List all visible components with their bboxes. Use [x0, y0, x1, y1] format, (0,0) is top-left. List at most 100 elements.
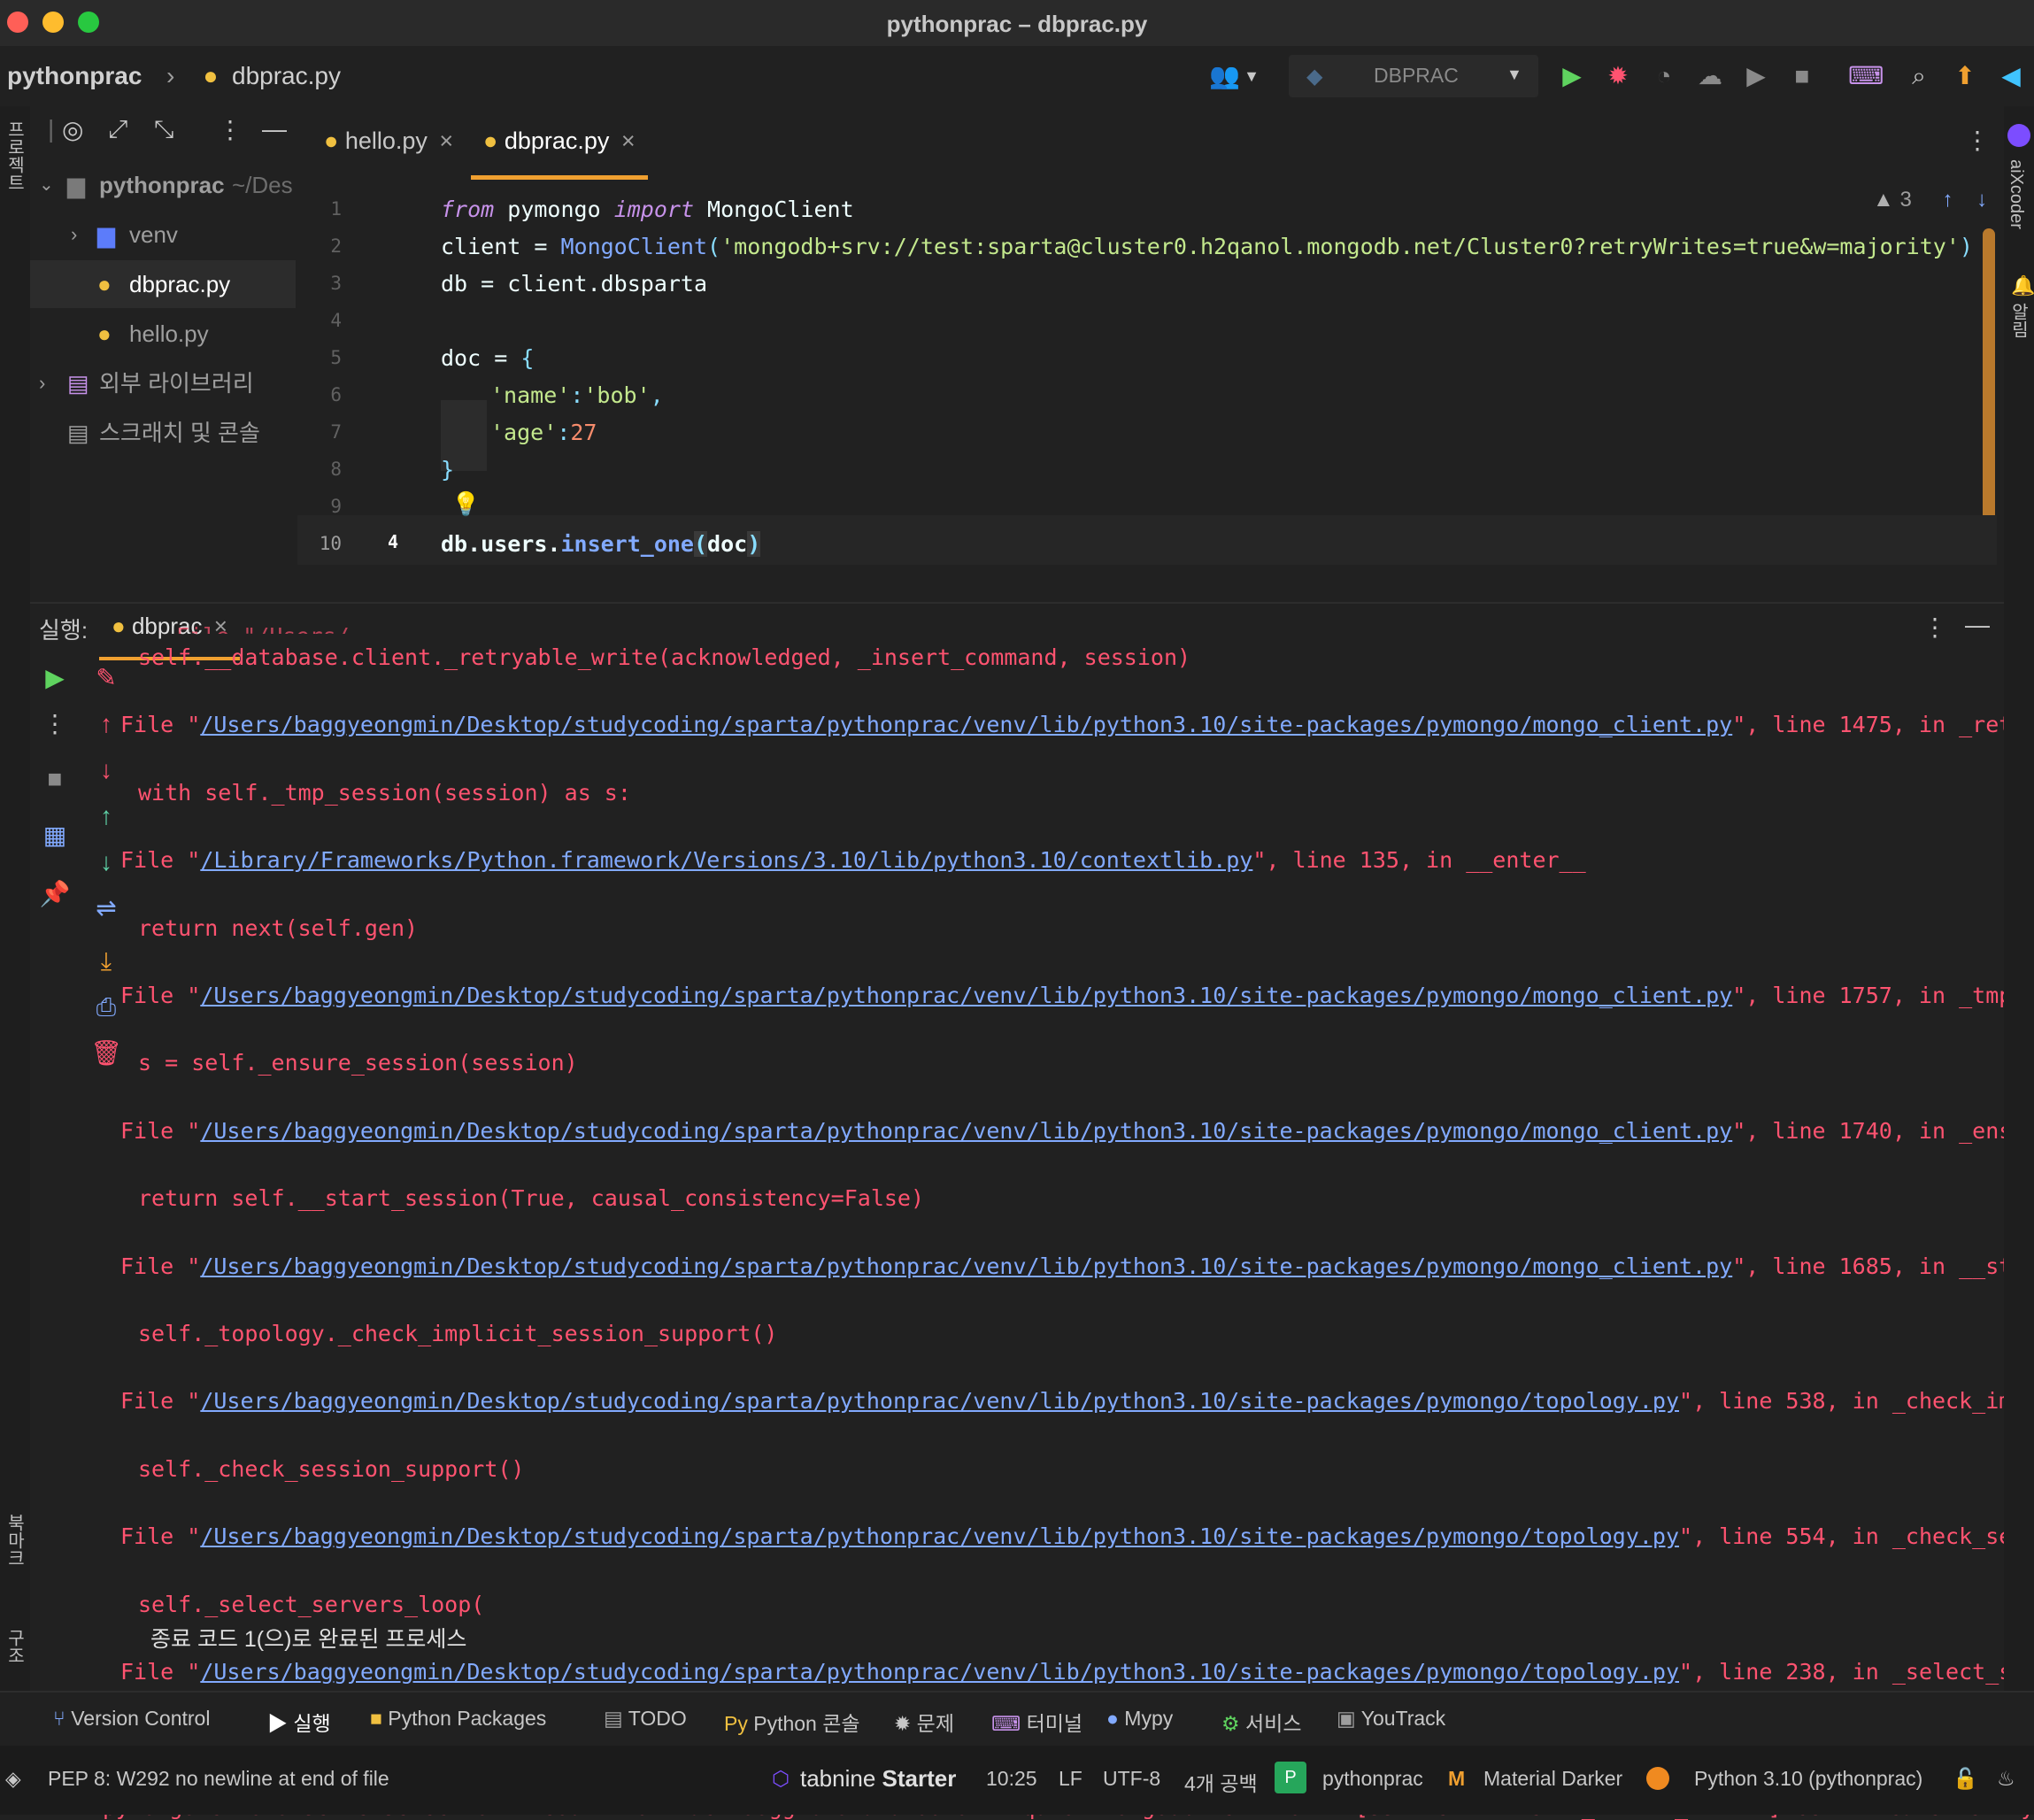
keyword: from	[441, 197, 495, 222]
search-icon[interactable]: ⌕	[1905, 62, 1933, 90]
folder-icon: ▆	[97, 221, 115, 248]
tool-tab-label: 실행	[293, 1712, 331, 1735]
tree-item-external-libraries[interactable]: › ▤ 외부 라이브러리	[30, 359, 296, 407]
theme-name[interactable]: Material Darker	[1483, 1767, 1622, 1791]
chevron-down-icon: ⌄	[39, 175, 54, 195]
brace: }	[441, 457, 455, 482]
coverage-icon[interactable]: ◔	[1650, 62, 1678, 90]
tool-tab-python-packages[interactable]: ■ Python Packages	[370, 1707, 546, 1731]
stop-icon[interactable]: ■	[1788, 62, 1816, 90]
file-location-suffix: ", line 554, in _check_session	[1679, 1523, 2034, 1550]
line-number: 2	[330, 235, 342, 257]
project-panel: | ◎ ⤢ ⤡ ⋮ — ⌄ ▆ pythonprac ~/Des › ▆ ven…	[30, 106, 296, 602]
traceback-code-line: return next(self.gen)	[138, 914, 419, 941]
run-again-icon[interactable]: ▶	[1742, 62, 1770, 90]
todo-icon: ▤	[604, 1707, 623, 1730]
bookmarks-tool-button[interactable]: 북마크	[2, 1514, 27, 1567]
tool-tab-services[interactable]: ⚙ 서비스	[1221, 1707, 1302, 1737]
gear-icon: ⚙	[1221, 1712, 1240, 1735]
status-message[interactable]: PEP 8: W292 no newline at end of file	[48, 1767, 389, 1791]
file-path-link[interactable]: /Users/baggyeongmin/Desktop/studycoding/…	[200, 1523, 1679, 1549]
terminal-icon[interactable]: ⌨	[1848, 62, 1884, 90]
tool-tab-mypy[interactable]: ● Mypy	[1106, 1707, 1173, 1731]
paren: )	[1959, 234, 1973, 259]
file-path-link[interactable]: /Users/baggyeongmin/Desktop/studycoding/…	[200, 983, 1732, 1008]
more-options-icon[interactable]: ⋮	[218, 115, 243, 144]
caret-position[interactable]: 10:25	[986, 1767, 1037, 1791]
run-config-selector[interactable]: ◆ DBPRAC ▼	[1289, 55, 1538, 97]
hide-panel-icon[interactable]: —	[262, 115, 287, 143]
file-path-link[interactable]: /Users/baggyeongmin/Desktop/studycoding/…	[200, 1388, 1679, 1414]
tool-tab-run[interactable]: ▶ 실행	[267, 1707, 331, 1737]
file-path-link[interactable]: /Users/baggyeongmin/Desktop/studycoding/…	[200, 1118, 1732, 1144]
python-config-icon: ◆	[1306, 65, 1323, 89]
notification-bell-icon[interactable]: 🔔	[2011, 274, 2034, 297]
expand-all-icon[interactable]: ⤢	[108, 115, 127, 144]
line-number: 6	[330, 384, 342, 405]
tool-tab-terminal[interactable]: ⌨ 터미널	[991, 1707, 1082, 1737]
collapse-all-icon[interactable]: ⤡	[154, 115, 173, 144]
close-tab-icon[interactable]: ×	[439, 127, 453, 154]
structure-tool-button[interactable]: 구조	[2, 1629, 27, 1664]
tool-tab-version-control[interactable]: ⑂ Version Control	[53, 1707, 210, 1731]
project-name[interactable]: pythonprac	[1322, 1767, 1423, 1791]
tree-item-venv[interactable]: › ▆ venv	[30, 211, 296, 258]
file-path-link[interactable]: /Users/baggyeongmin/Desktop/studycoding/…	[200, 1253, 1732, 1279]
tabnine-label: tabnine	[800, 1765, 876, 1792]
tool-tab-todo[interactable]: ▤ TODO	[604, 1707, 687, 1731]
traceback-code-line: with self._tmp_session(session) as s:	[138, 779, 631, 806]
file-path-link[interactable]: /Library/Frameworks/Python.framework/Ver…	[200, 847, 1252, 873]
tree-item-hello[interactable]: ● hello.py	[30, 310, 296, 358]
youtrack-icon: ▣	[1337, 1707, 1356, 1730]
more-options-icon[interactable]: ⋮	[1965, 126, 1990, 155]
locate-target-icon[interactable]: ◎	[62, 115, 83, 144]
tool-tab-youtrack[interactable]: ▣ YouTrack	[1337, 1707, 1445, 1731]
chevron-down-icon[interactable]: ▼	[1237, 62, 1266, 90]
users-icon[interactable]: 👥	[1209, 62, 1240, 90]
file-encoding[interactable]: UTF-8	[1103, 1767, 1160, 1791]
aixcoder-icon[interactable]	[2007, 124, 2030, 147]
indent-setting[interactable]: 4개 공백	[1184, 1767, 1258, 1797]
python-file-icon: ●	[324, 127, 339, 154]
breadcrumb-file[interactable]: dbprac.py	[232, 62, 341, 90]
tab-hello-py[interactable]: ● hello.py ×	[315, 106, 462, 175]
terminal-icon: ⌨	[991, 1712, 1021, 1735]
file-path-link[interactable]: /Users/baggyeongmin/Desktop/studycoding/…	[200, 1659, 1679, 1685]
debug-bug-icon[interactable]: ✹	[1604, 62, 1632, 90]
code-area[interactable]: 1 2 3 4 5 6 7 8 9 10 4 from pymongo impo…	[297, 181, 1997, 570]
tool-tab-problems[interactable]: ✹ 문제	[894, 1707, 954, 1737]
notifications-tool-button[interactable]: 알림	[2006, 303, 2031, 338]
project-tool-button[interactable]: 프로젝트	[2, 120, 27, 191]
library-icon: ▤	[67, 370, 89, 397]
theme-accent-icon[interactable]	[1646, 1767, 1669, 1790]
code-with-me-icon[interactable]: ◀	[1997, 62, 2025, 90]
tab-dbprac-py[interactable]: ● dbprac.py ×	[471, 106, 648, 180]
profile-icon[interactable]: ☁	[1696, 62, 1724, 90]
lock-icon[interactable]: 🔓	[1953, 1767, 1978, 1791]
run-config-name: DBPRAC	[1374, 64, 1459, 87]
python-interpreter[interactable]: Python 3.10 (pythonprac)	[1694, 1767, 1922, 1791]
line-number: 5	[330, 347, 342, 368]
paren: )	[747, 531, 761, 557]
tabnine-widget[interactable]: tabnine Starter	[800, 1765, 956, 1793]
breadcrumb-project[interactable]: pythonprac	[7, 62, 142, 90]
layers-icon[interactable]: ◈	[5, 1767, 21, 1791]
console-output[interactable]: self.__database.client._retryable_write(…	[30, 604, 2034, 1820]
file-location-suffix: ", line 1740, in _ensure_s	[1732, 1117, 2034, 1144]
update-icon[interactable]: ⬆	[1951, 62, 1979, 90]
tree-item-label: 스크래치 및 콘솔	[99, 420, 260, 446]
tool-tab-label: TODO	[628, 1707, 687, 1730]
line-separator[interactable]: LF	[1059, 1767, 1082, 1791]
close-tab-icon[interactable]: ×	[621, 127, 636, 154]
notifications-icon[interactable]: ♨	[1997, 1767, 2015, 1791]
tool-tab-python-console[interactable]: Py Python 콘솔	[724, 1707, 860, 1737]
run-icon[interactable]: ▶	[1558, 62, 1586, 90]
lightbulb-icon[interactable]: 💡	[451, 490, 480, 518]
tree-item-dbprac[interactable]: ● dbprac.py	[30, 260, 296, 308]
code-line-5: doc = {	[441, 345, 534, 371]
file-path-link[interactable]: /Users/baggyeongmin/Desktop/studycoding/…	[200, 712, 1732, 737]
tree-item-scratches[interactable]: ▤ 스크래치 및 콘솔	[30, 409, 296, 457]
file-prefix: File "	[120, 1117, 201, 1144]
tree-item-root[interactable]: ⌄ ▆ pythonprac ~/Des	[30, 161, 296, 209]
aixcoder-tool-button[interactable]: aiXcoder	[2006, 159, 2026, 229]
